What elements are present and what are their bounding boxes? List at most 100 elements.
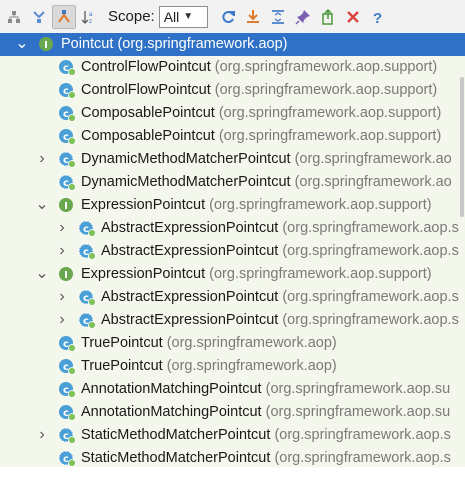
chevron-right-icon[interactable]: ›	[56, 289, 68, 305]
abstract-class-icon: c	[58, 427, 76, 444]
tree-row[interactable]: ⌄ I ExpressionPointcut (org.springframewor…	[0, 194, 465, 217]
interface-icon: I	[59, 198, 73, 212]
tree-row[interactable]: c AnnotationMatchingPointcut (org.springf…	[0, 401, 465, 424]
tree-row[interactable]: › c AbstractExpressionPointcut (org.spring…	[0, 217, 465, 240]
package-name: (org.springframework.aop.support)	[218, 105, 442, 121]
chevron-down-icon[interactable]: ⌄	[35, 266, 48, 282]
expand-all-button[interactable]	[266, 5, 290, 29]
abstract-class-icon: c	[78, 220, 96, 237]
chevron-right-icon[interactable]: ›	[56, 312, 68, 328]
close-button[interactable]	[341, 5, 365, 29]
open-tab-button[interactable]	[316, 5, 340, 29]
package-name: (org.springframework.aop.su	[265, 404, 451, 420]
hierarchy-toolbar: a z Scope: All ▼ ?	[0, 0, 465, 33]
package-name: (org.springframework.aop)	[117, 36, 288, 52]
type-name: ExpressionPointcut	[81, 197, 206, 213]
package-name: (org.springframework.aop.su	[265, 381, 451, 397]
type-name: AbstractExpressionPointcut	[101, 243, 279, 259]
svg-text:I: I	[64, 270, 68, 281]
tree-row[interactable]: c TruePointcut (org.springframework.aop)	[0, 332, 465, 355]
type-name: TruePointcut	[81, 358, 163, 374]
subtypes-hierarchy-button[interactable]	[27, 5, 51, 29]
class-hierarchy-button[interactable]	[52, 4, 76, 29]
tree-row[interactable]: ⌄ I ExpressionPointcut (org.springframewor…	[0, 263, 465, 286]
tree-node-label: TruePointcut (org.springframework.aop)	[81, 332, 337, 355]
tree-row[interactable]: c ComposablePointcut (org.springframework…	[0, 125, 465, 148]
tree-node-label: DynamicMethodMatcherPointcut (org.spring…	[81, 148, 452, 171]
refresh-button[interactable]	[216, 5, 240, 29]
package-name: (org.springframework.aop.s	[282, 312, 459, 328]
tree-row[interactable]: c TruePointcut (org.springframework.aop)	[0, 355, 465, 378]
class-icon: c	[59, 83, 76, 99]
type-name: ExpressionPointcut	[81, 266, 206, 282]
interface-icon: I	[39, 37, 53, 51]
scope-label: Scope:	[108, 8, 155, 25]
pin-icon	[295, 9, 310, 25]
tree-row[interactable]: c AnnotationMatchingPointcut (org.springf…	[0, 378, 465, 401]
tree-row[interactable]: c ComposablePointcut (org.springframework…	[0, 102, 465, 125]
tree-row[interactable]: c StaticMethodMatcherPointcut (org.spring…	[0, 447, 465, 467]
svg-text:a: a	[89, 12, 93, 18]
tree-node-label: ExpressionPointcut (org.springframework.…	[81, 263, 432, 286]
tree-row[interactable]: › c DynamicMethodMatcherPointcut (org.spri…	[0, 148, 465, 171]
package-name: (org.springframework.aop)	[166, 358, 337, 374]
help-button[interactable]: ?	[366, 5, 390, 29]
chevron-right-icon[interactable]: ›	[36, 427, 48, 443]
help-icon: ?	[373, 10, 382, 25]
bottom-area	[0, 467, 465, 493]
package-name: (org.springframework.aop.support)	[218, 128, 442, 144]
tree-row[interactable]: c ControlFlowPointcut (org.springframewor…	[0, 79, 465, 102]
package-name: (org.springframework.aop.s	[274, 450, 451, 466]
tree-row[interactable]: › c AbstractExpressionPointcut (org.spring…	[0, 240, 465, 263]
abstract-class-icon: c	[78, 312, 96, 329]
package-name: (org.springframework.ao	[294, 174, 452, 190]
tree-row[interactable]: › c AbstractExpressionPointcut (org.spring…	[0, 309, 465, 332]
package-name: (org.springframework.aop.support)	[214, 82, 438, 98]
tree-node-label: StaticMethodMatcherPointcut (org.springf…	[81, 447, 451, 467]
tree-node-label: ControlFlowPointcut (org.springframework…	[81, 56, 437, 79]
type-name: StaticMethodMatcherPointcut	[81, 450, 271, 466]
type-name: Pointcut	[61, 36, 114, 52]
tree-node-label: AnnotationMatchingPointcut (org.springfr…	[81, 378, 450, 401]
export-button[interactable]	[241, 5, 265, 29]
chevron-right-icon[interactable]: ›	[36, 151, 48, 167]
tree-row[interactable]: c DynamicMethodMatcherPointcut (org.sprin…	[0, 171, 465, 194]
svg-text:?: ?	[373, 10, 382, 25]
class-icon: c	[59, 336, 76, 352]
tree-row[interactable]: › c AbstractExpressionPointcut (org.spring…	[0, 286, 465, 309]
svg-text:I: I	[44, 40, 48, 51]
interface-icon: I	[59, 267, 73, 281]
class-icon: c	[59, 106, 76, 122]
tree-row[interactable]: › c StaticMethodMatcherPointcut (org.sprin…	[0, 424, 465, 447]
svg-text:z: z	[89, 19, 92, 25]
tree-row[interactable]: ⌄ I Pointcut (org.springframework.aop)	[0, 33, 465, 56]
sort-alphabetically-button[interactable]: a z	[77, 5, 101, 29]
type-name: ComposablePointcut	[81, 105, 215, 121]
sort-az-icon: a z	[81, 10, 93, 25]
tree-row[interactable]: c ControlFlowPointcut (org.springframewor…	[0, 56, 465, 79]
class-icon: c	[59, 359, 76, 375]
abstract-class-icon: c	[78, 289, 96, 306]
chevron-right-icon[interactable]: ›	[56, 220, 68, 236]
tree-node-label: AbstractExpressionPointcut (org.springfr…	[101, 217, 459, 240]
tree-node-label: ControlFlowPointcut (org.springframework…	[81, 79, 437, 102]
package-name: (org.springframework.aop.s	[282, 243, 459, 259]
tree-node-label: Pointcut (org.springframework.aop)	[61, 33, 287, 56]
class-icon: c	[59, 382, 76, 398]
scope-dropdown[interactable]: All ▼	[158, 5, 208, 28]
tree-node-label: AbstractExpressionPointcut (org.springfr…	[101, 309, 459, 332]
svg-text:I: I	[64, 201, 68, 212]
chevron-down-icon[interactable]: ⌄	[15, 36, 28, 52]
package-name: (org.springframework.ao	[294, 151, 452, 167]
pin-button[interactable]	[291, 5, 315, 29]
tree-node-label: AbstractExpressionPointcut (org.springfr…	[101, 286, 459, 309]
chevron-down-icon[interactable]: ⌄	[35, 197, 48, 213]
tree-node-label: ComposablePointcut (org.springframework.…	[81, 125, 441, 148]
tree-node-label: ComposablePointcut (org.springframework.…	[81, 102, 441, 125]
chevron-right-icon[interactable]: ›	[56, 243, 68, 259]
open-tab-icon	[321, 8, 333, 25]
supertypes-hierarchy-button[interactable]	[2, 5, 26, 29]
close-icon	[346, 10, 359, 23]
package-name: (org.springframework.aop.support)	[209, 266, 432, 282]
type-name: DynamicMethodMatcherPointcut	[81, 174, 291, 190]
